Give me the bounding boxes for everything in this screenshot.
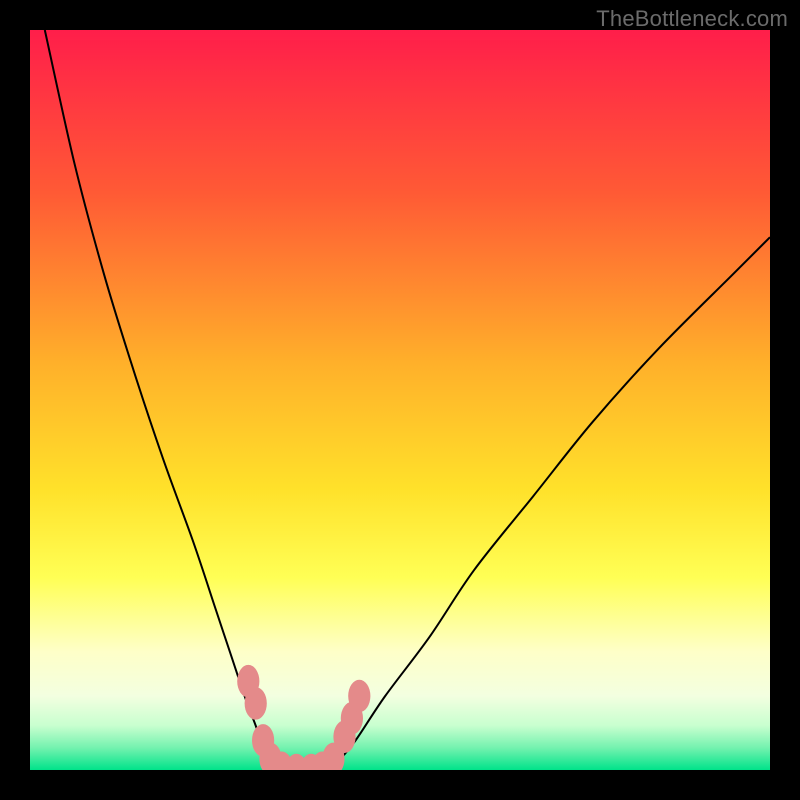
plot-area — [30, 30, 770, 770]
outer-frame: TheBottleneck.com — [0, 0, 800, 800]
data-marker — [245, 687, 267, 720]
gradient-background — [30, 30, 770, 770]
bottleneck-chart — [30, 30, 770, 770]
watermark-text: TheBottleneck.com — [596, 6, 788, 32]
data-marker — [348, 680, 370, 713]
